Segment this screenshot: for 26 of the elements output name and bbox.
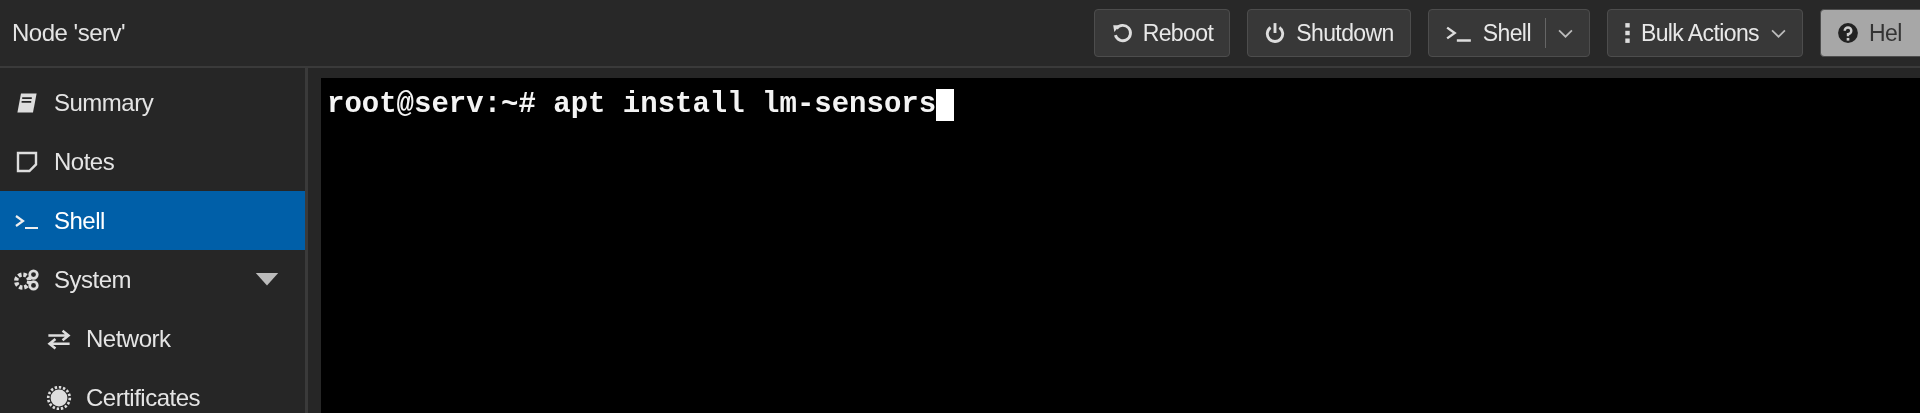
- sidebar-item[interactable]: Notes: [0, 132, 305, 191]
- sidebar-item[interactable]: Network: [0, 309, 305, 368]
- toolbar-button[interactable]: Reboot: [1093, 9, 1231, 57]
- note-icon: [14, 149, 40, 174]
- book-icon: [14, 90, 40, 115]
- dots-icon: [1623, 22, 1631, 44]
- sidebar-item[interactable]: System: [0, 250, 305, 309]
- caret-icon[interactable]: [255, 272, 279, 287]
- toolbar-button[interactable]: Bulk Actions: [1606, 9, 1803, 57]
- gears-icon: [14, 267, 40, 292]
- window-title: Node 'serv': [11, 19, 126, 47]
- terminal[interactable]: root@serv:~# apt install lm-sensors: [321, 78, 1920, 413]
- toolbar-button[interactable]: Shutdown: [1247, 9, 1411, 57]
- certificate-icon: [46, 385, 72, 410]
- sidebar-item[interactable]: Certificates: [0, 368, 305, 413]
- chevron-icon: [1771, 28, 1786, 38]
- toolbar-button[interactable]: Shell: [1427, 9, 1590, 57]
- power-icon: [1264, 22, 1287, 44]
- chevron-icon: [1557, 28, 1573, 38]
- help-icon: [1837, 22, 1859, 44]
- sidebar-item[interactable]: Summary: [0, 73, 305, 132]
- text-cursor: [936, 88, 955, 121]
- toolbar-button[interactable]: Hel: [1820, 9, 1920, 57]
- reboot-icon: [1110, 22, 1133, 44]
- sidebar-item[interactable]: Shell: [0, 191, 305, 250]
- terminal-line: root@serv:~# apt install lm-sensors: [327, 88, 937, 121]
